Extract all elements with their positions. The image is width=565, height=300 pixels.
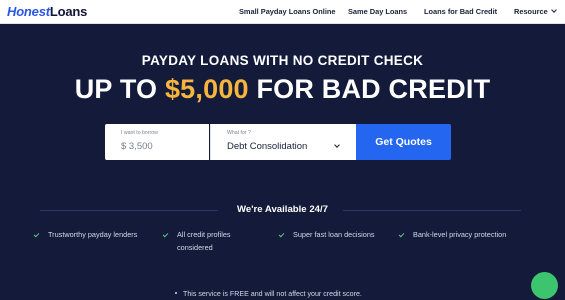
borrow-amount-value: $ 3,500 [121, 141, 153, 152]
headline-prefix: UP TO [74, 74, 165, 104]
borrow-amount-label: I want to borrow [121, 130, 158, 136]
feature-item: Super fast loan decisions [278, 229, 383, 242]
feature-text: Trustworthy payday lenders [48, 230, 138, 239]
loan-purpose-value: Debt Consolidation [227, 141, 308, 152]
feature-item: Trustworthy payday lenders [33, 229, 138, 242]
chevron-down-icon [550, 7, 557, 13]
logo-text-loans: Loans [49, 4, 88, 19]
feature-text: Super fast loan decisions [293, 230, 375, 239]
free-service-text: This service is FREE and will not affect… [183, 290, 362, 298]
chat-icon[interactable] [531, 272, 558, 299]
availability-title: We're Available 24/7 [237, 204, 328, 215]
feature-item: All credit profiles considered [162, 229, 267, 254]
nav-resource-label: Resource [514, 7, 548, 16]
feature-item: Bank-level privacy protection [398, 229, 513, 242]
headline-suffix: FOR BAD CREDIT [248, 74, 491, 104]
bullet-icon [175, 292, 177, 294]
nav-small-payday-loans[interactable]: Small Payday Loans Online [239, 6, 336, 18]
free-service-note: This service is FREE and will not affect… [175, 288, 362, 300]
logo[interactable]: HonestLoans [7, 3, 87, 20]
feature-text: Bank-level privacy protection [413, 230, 507, 239]
get-quotes-button[interactable]: Get Quotes [356, 124, 451, 160]
logo-text-honest: Honest [7, 4, 50, 19]
nav-same-day-loans[interactable]: Same Day Loans [348, 6, 407, 18]
site-header: HonestLoans Small Payday Loans Online Sa… [0, 0, 565, 24]
loan-purpose-select[interactable]: What for ? Debt Consolidation [210, 124, 356, 160]
nav-resource[interactable]: Resource [514, 6, 557, 18]
headline-amount: $5,000 [164, 74, 249, 104]
hero-headline: UP TO $5,000 FOR BAD CREDIT [0, 73, 565, 105]
loan-purpose-label: What for ? [227, 130, 251, 136]
chevron-down-icon [334, 142, 340, 148]
feature-text: All credit profiles considered [177, 230, 231, 252]
hero-subhead: PAYDAY LOANS WITH NO CREDIT CHECK [141, 53, 424, 68]
nav-loans-for-bad-credit[interactable]: Loans for Bad Credit [424, 6, 497, 18]
borrow-amount-field[interactable]: I want to borrow $ 3,500 [105, 124, 209, 160]
